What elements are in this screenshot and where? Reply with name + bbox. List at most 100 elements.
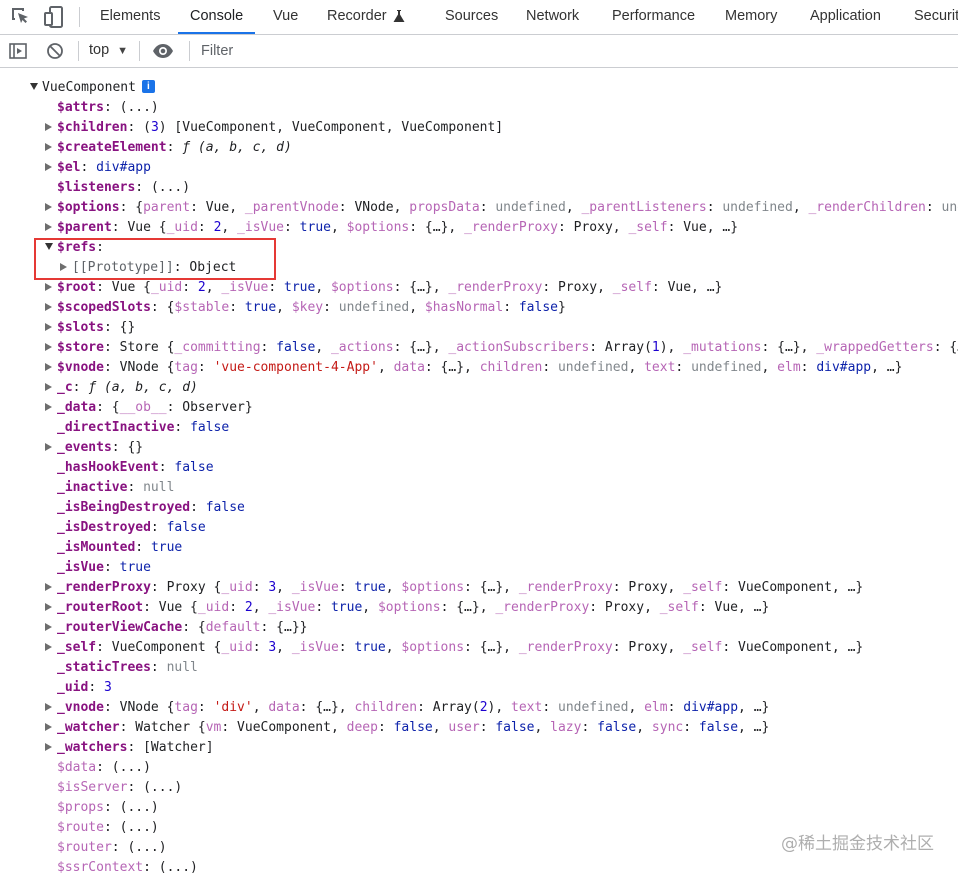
colon: : [80, 160, 97, 175]
collapsed-triangle-icon[interactable] [45, 322, 52, 331]
tree-row-watchers[interactable]: _watchers: [Watcher] [45, 738, 214, 758]
tab-memory[interactable]: Memory [725, 0, 777, 33]
tree-row-scopedslots[interactable]: $scopedSlots: {$stable: true, $key: unde… [45, 298, 566, 318]
tree-row-listeners: $listeners: (...) [45, 178, 190, 198]
collapsed-triangle-icon[interactable] [45, 642, 52, 651]
tab-elements[interactable]: Elements [100, 0, 160, 33]
tree-row-ssrcontext: $ssrContext: (...) [45, 858, 198, 878]
collapsed-triangle-icon[interactable] [45, 722, 52, 731]
property-value: {} [119, 320, 136, 335]
tab-securit[interactable]: Securit [914, 0, 958, 33]
collapsed-triangle-icon[interactable] [45, 282, 52, 291]
tree-row-createelement[interactable]: $createElement: ƒ (a, b, c, d) [45, 138, 292, 158]
filter-input[interactable] [195, 36, 958, 65]
info-icon[interactable]: i [141, 80, 155, 93]
tree-row-el[interactable]: $el: div#app [45, 158, 151, 178]
tab-recorder[interactable]: Recorder [327, 0, 387, 33]
tree-row-root[interactable]: $root: Vue {_uid: 2, _isVue: true, $opti… [45, 278, 722, 298]
tree-row-options[interactable]: $options: {parent: Vue, _parentVnode: VN… [45, 198, 958, 218]
property-value: {default: {…}} [197, 620, 308, 635]
tree-row-uid: _uid: 3 [45, 678, 112, 698]
property-value: false [205, 500, 245, 515]
colon: : [111, 840, 128, 855]
property-key: _routerRoot [57, 600, 144, 615]
property-value: (...) [119, 820, 159, 835]
tree-row-c[interactable]: _c: ƒ (a, b, c, d) [45, 378, 198, 398]
sidebar-toggle-icon[interactable] [8, 41, 28, 66]
collapsed-triangle-icon[interactable] [45, 342, 52, 351]
expanded-triangle-icon[interactable] [30, 83, 38, 90]
tab-console[interactable]: Console [177, 0, 256, 34]
device-toolbar-icon[interactable] [42, 4, 68, 30]
collapsed-triangle-icon[interactable] [45, 602, 52, 611]
property-value: (...) [158, 860, 198, 875]
collapsed-triangle-icon[interactable] [45, 302, 52, 311]
collapsed-triangle-icon[interactable] [45, 142, 52, 151]
tree-row-slots[interactable]: $slots: {} [45, 318, 135, 338]
colon: : [150, 300, 167, 315]
collapsed-triangle-icon[interactable] [45, 742, 52, 751]
property-value: [Watcher] [143, 740, 214, 755]
property-value: VNode {tag: 'div', data: {…}, children: … [119, 700, 770, 715]
tab-sources[interactable]: Sources [445, 0, 498, 33]
tree-row-events[interactable]: _events: {} [45, 438, 143, 458]
property-key: _isMounted [57, 540, 136, 555]
tree-row-routerviewcache[interactable]: _routerViewCache: {default: {…}} [45, 618, 307, 638]
tree-row-isvue: _isVue: true [45, 558, 151, 578]
collapsed-triangle-icon[interactable] [45, 402, 52, 411]
toolbar-divider [139, 41, 140, 61]
tree-row-routerroot[interactable]: _routerRoot: Vue {_uid: 2, _isVue: true,… [45, 598, 769, 618]
tree-row-self[interactable]: _self: VueComponent {_uid: 3, _isVue: tr… [45, 638, 863, 658]
tab-application[interactable]: Application [810, 0, 881, 33]
property-value: 3 [103, 680, 112, 695]
context-selector[interactable]: top ▼ [89, 35, 128, 66]
tree-row-children[interactable]: $children: (3) [VueComponent, VueCompone… [45, 118, 503, 138]
colon: : [150, 580, 167, 595]
colon: : [158, 460, 175, 475]
watermark: @稀土掘金技术社区 [781, 834, 934, 854]
tree-row-vnode[interactable]: $vnode: VNode {tag: 'vue-component-4-App… [45, 358, 902, 378]
flask-icon [393, 10, 405, 28]
tree-row-vnode[interactable]: _vnode: VNode {tag: 'div', data: {…}, ch… [45, 698, 769, 718]
tree-row-store[interactable]: $store: Store {_committing: false, _acti… [45, 338, 958, 358]
property-key: _routerViewCache [57, 620, 183, 635]
collapsed-triangle-icon[interactable] [45, 702, 52, 711]
tree-row-vuecomponent[interactable]: VueComponent i [30, 78, 155, 98]
property-key: VueComponent [42, 80, 136, 95]
colon: : [143, 600, 159, 615]
tree-row-watcher[interactable]: _watcher: Watcher {vm: VueComponent, dee… [45, 718, 769, 738]
colon: : [103, 800, 120, 815]
property-key: $parent [57, 220, 112, 235]
collapsed-triangle-icon[interactable] [45, 162, 52, 171]
tab-vue[interactable]: Vue [273, 0, 298, 33]
property-key: _data [57, 400, 97, 415]
collapsed-triangle-icon[interactable] [45, 582, 52, 591]
collapsed-triangle-icon[interactable] [45, 382, 52, 391]
colon: : [174, 420, 191, 435]
inspect-element-icon[interactable] [8, 4, 34, 30]
property-key: $el [57, 160, 81, 175]
tree-row-data[interactable]: _data: {__ob__: Observer} [45, 398, 253, 418]
property-key: $root [57, 280, 97, 295]
tab-performance[interactable]: Performance [612, 0, 695, 33]
tab-network[interactable]: Network [526, 0, 579, 33]
live-expression-eye-icon[interactable] [151, 40, 175, 67]
tree-row-isbeingdestroyed: _isBeingDestroyed: false [45, 498, 245, 518]
property-value: false [190, 420, 230, 435]
clear-console-icon[interactable] [45, 41, 65, 66]
colon: : [127, 480, 144, 495]
collapsed-triangle-icon[interactable] [45, 362, 52, 371]
property-key: $props [57, 800, 104, 815]
property-value: true [150, 540, 183, 555]
tree-row-renderproxy[interactable]: _renderProxy: Proxy {_uid: 3, _isVue: tr… [45, 578, 863, 598]
collapsed-triangle-icon[interactable] [45, 222, 52, 231]
tree-row-parent[interactable]: $parent: Vue {_uid: 2, _isVue: true, $op… [45, 218, 738, 238]
collapsed-triangle-icon[interactable] [45, 442, 52, 451]
property-key: _uid [57, 680, 89, 695]
collapsed-triangle-icon[interactable] [45, 622, 52, 631]
console-output: ‾ ‾ ‾ ‾ ‾ ‾ ‾ ‾ VueComponent i $attrs: (..… [0, 68, 958, 878]
colon: : [127, 740, 144, 755]
collapsed-triangle-icon[interactable] [45, 202, 52, 211]
collapsed-triangle-icon[interactable] [45, 122, 52, 131]
property-value: Vue {_uid: 2, _isVue: true, $options: {…… [127, 220, 739, 235]
